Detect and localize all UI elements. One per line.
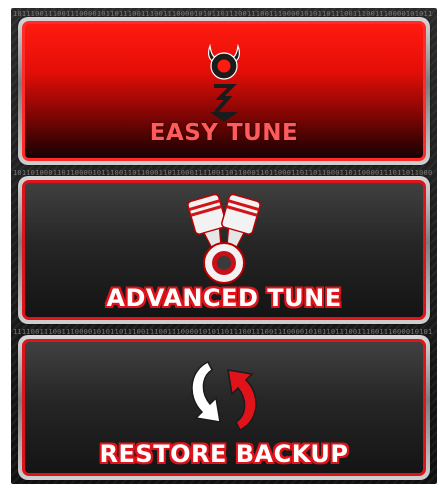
devil-tuning-icon bbox=[208, 43, 240, 122]
easy-tune-label: EASY TUNE bbox=[149, 120, 299, 146]
restore-backup-panel: RESTORE BACKUP bbox=[22, 339, 426, 476]
restore-arrows-icon bbox=[191, 361, 257, 431]
advanced-tune-button[interactable]: ADVANCED TUNE bbox=[18, 176, 430, 324]
advanced-tune-panel: ADVANCED TUNE bbox=[22, 180, 426, 320]
restore-backup-button[interactable]: RESTORE BACKUP bbox=[18, 335, 430, 480]
restore-backup-label: RESTORE BACKUP bbox=[99, 440, 349, 468]
easy-tune-button[interactable]: EASY TUNE bbox=[18, 17, 430, 165]
advanced-tune-label: ADVANCED TUNE bbox=[106, 284, 342, 312]
engine-pistons-icon bbox=[187, 193, 261, 284]
easy-tune-panel: EASY TUNE bbox=[22, 21, 426, 161]
